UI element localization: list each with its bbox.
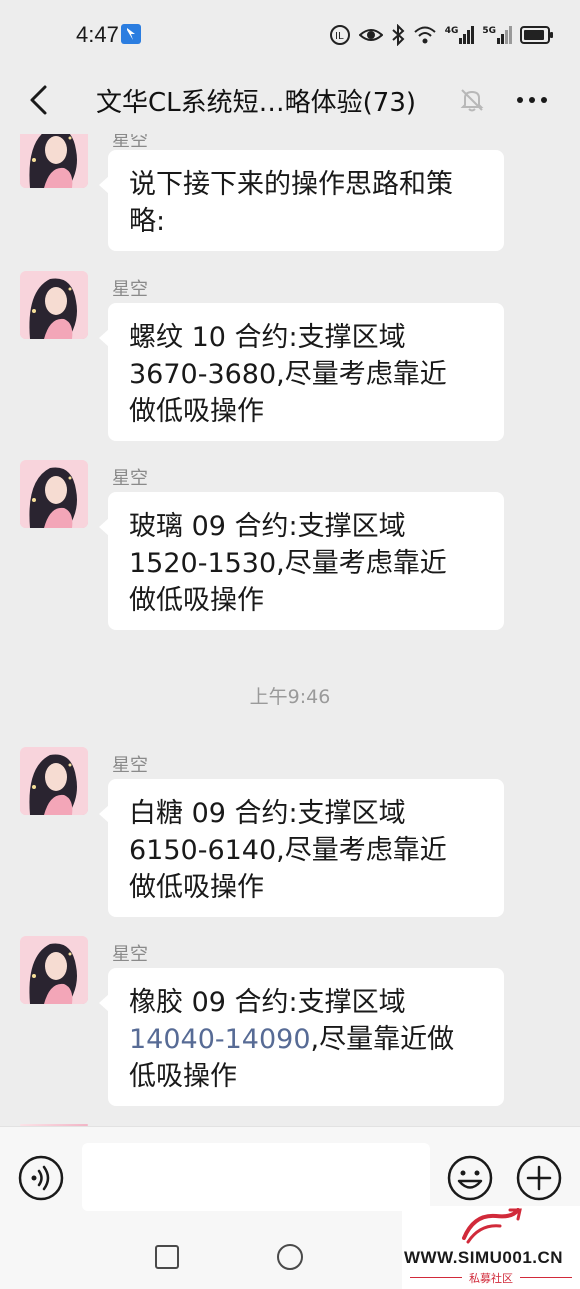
number-link[interactable]: 14040-14090 [129, 1024, 311, 1055]
status-icons: IL 4G 5G [329, 22, 554, 48]
network-label-4g: 4G [444, 26, 459, 36]
avatar[interactable] [20, 134, 88, 188]
avatar-image [20, 936, 88, 1004]
message-line: 低吸操作 [129, 1061, 237, 1092]
message-line: 玻璃 09 合约:支撑区域 [129, 511, 406, 542]
hd-icon: IL [329, 25, 350, 45]
battery-icon [520, 26, 553, 44]
message-bubble[interactable]: 白糖 09 合约:支撑区域 6150-6140,尽量考虑靠近 做低吸操作 [99, 779, 504, 917]
voice-input-icon[interactable] [17, 1154, 65, 1202]
status-time: 4:47 [76, 22, 119, 47]
message-line: 橡胶 09 合约:支撑区域 [129, 987, 406, 1018]
avatar-image [20, 271, 88, 339]
message-line: 做低吸操作 [129, 396, 264, 427]
more-options-icon[interactable] [512, 84, 552, 116]
wifi-icon [414, 26, 436, 44]
message-line: 14040-14090,尽量靠近做 [129, 1021, 484, 1058]
message-bubble[interactable]: 橡胶 09 合约:支撑区域 14040-14090,尽量靠近做 低吸操作 [99, 968, 504, 1106]
avatar[interactable] [20, 936, 88, 1004]
back-arrow-icon[interactable] [22, 82, 58, 118]
message-list[interactable]: 星空 说下接下来的操作思路和策略: 星空 螺纹 10 合约:支撑区域 3670-… [0, 134, 580, 1126]
watermark-divider [520, 1277, 572, 1278]
watermark-url: WWW.SIMU001.CN [404, 1248, 564, 1267]
message-text: 说下接下来的操作思路和策略: [129, 169, 453, 237]
message-text: ,尽量靠近做 [310, 1024, 455, 1055]
watermark-logo-icon [462, 1208, 522, 1244]
avatar[interactable] [20, 460, 88, 528]
recent-apps-button[interactable] [155, 1245, 179, 1269]
bluetooth-icon [392, 24, 405, 46]
app-notification-icon [121, 24, 141, 44]
avatar-image [20, 747, 88, 815]
sender-name: 星空 [112, 279, 148, 300]
mute-bell-icon [460, 89, 484, 112]
message-line: 做低吸操作 [129, 872, 264, 903]
network-label-5g: 5G [482, 26, 496, 36]
message-line: 白糖 09 合约:支撑区域 [129, 798, 406, 829]
plus-icon[interactable] [515, 1154, 563, 1202]
chat-title: 文华CL系统短…略体验(73) [96, 88, 417, 118]
status-bar: 4:47 IL 4G 5G [0, 0, 580, 68]
watermark: WWW.SIMU001.CN 私募社区 [402, 1206, 580, 1289]
message-line: 螺纹 10 合约:支撑区域 [129, 322, 406, 353]
message-line: 6150-6140,尽量考虑靠近 [129, 835, 447, 866]
message-line: 3670-3680,尽量考虑靠近 [129, 359, 447, 390]
avatar-image [20, 134, 88, 188]
message-input[interactable] [82, 1143, 430, 1211]
avatar-image [20, 460, 88, 528]
message-line: 做低吸操作 [129, 585, 264, 616]
signal-5g-icon: 5G [482, 26, 512, 44]
sender-name: 星空 [112, 944, 148, 965]
signal-4g-icon: 4G [445, 26, 475, 44]
home-button[interactable] [277, 1244, 303, 1270]
emoji-icon[interactable] [446, 1154, 494, 1202]
message-line: 1520-1530,尽量考虑靠近 [129, 548, 447, 579]
eye-icon [358, 29, 383, 41]
chat-header: 文华CL系统短…略体验(73) [0, 68, 580, 134]
sender-name: 星空 [112, 468, 148, 489]
message-bubble[interactable]: 螺纹 10 合约:支撑区域 3670-3680,尽量考虑靠近 做低吸操作 [99, 303, 504, 441]
avatar[interactable] [20, 747, 88, 815]
message-bubble[interactable]: 玻璃 09 合约:支撑区域 1520-1530,尽量考虑靠近 做低吸操作 [99, 492, 504, 630]
message-bubble[interactable]: 说下接下来的操作思路和策略: [99, 150, 504, 251]
message-timestamp: 上午9:46 [249, 686, 331, 708]
avatar[interactable] [20, 271, 88, 339]
sender-name: 星空 [112, 755, 148, 776]
svg-text:IL: IL [335, 31, 344, 42]
watermark-label: 私募社区 [469, 1272, 513, 1285]
